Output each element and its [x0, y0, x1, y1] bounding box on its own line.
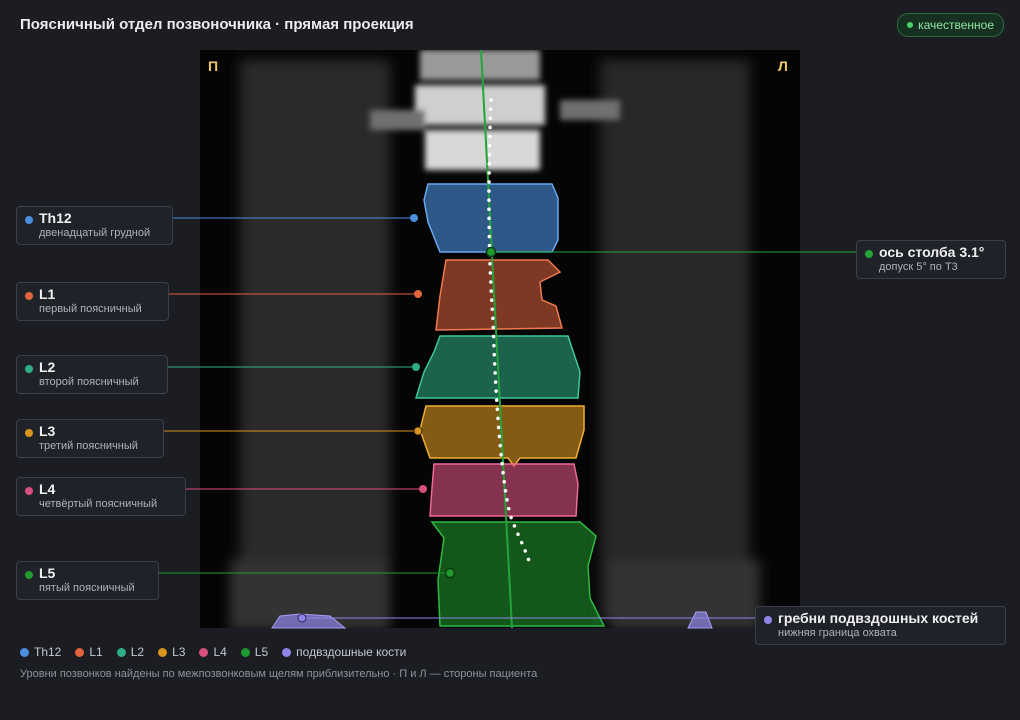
legend-label: подвздошные кости	[296, 645, 407, 659]
callout-l3-sub: третий поясничный	[39, 440, 138, 452]
legend-dot	[158, 647, 168, 657]
callout-l1-sub: первый поясничный	[39, 303, 142, 315]
quality-badge-label: качественное	[918, 18, 994, 32]
quality-badge: качественное	[897, 13, 1004, 37]
callout-l2[interactable]: L2 второй поясничный	[16, 355, 168, 394]
legend: Th12 L1 L2 L3 L4 L5 подвздошные кости	[20, 645, 406, 659]
callout-l4-name: L4	[39, 481, 56, 497]
legend-dot	[240, 647, 250, 657]
callout-spine-axis[interactable]: ось столба 3.1° допуск 5° по Т3	[856, 240, 1006, 279]
status-dot-icon	[907, 22, 914, 28]
l2-color-dot	[25, 365, 33, 373]
legend-dot	[116, 647, 126, 657]
side-label-right: П	[208, 58, 219, 74]
legend-label: L4	[213, 645, 227, 659]
callout-iliac-crests[interactable]: гребни подвздошных костей нижняя граница…	[755, 606, 1006, 645]
footnote: Уровни позвонков найдены по межпозвонков…	[20, 668, 538, 680]
l5-color-dot	[25, 571, 33, 579]
legend-dot	[20, 647, 29, 657]
l4-color-dot	[25, 487, 33, 495]
legend-item-l1[interactable]: L1	[75, 645, 103, 659]
callout-l3[interactable]: L3 третий поясничный	[16, 419, 164, 458]
legend-label: L5	[254, 645, 269, 659]
legend-item-l3[interactable]: L3	[158, 645, 185, 659]
legend-item-th12[interactable]: Th12	[20, 645, 61, 659]
iliac-color-dot	[764, 616, 772, 624]
side-label-left: Л	[778, 58, 788, 74]
callout-l5-name: L5	[39, 565, 56, 581]
legend-dot	[199, 647, 209, 657]
l1-color-dot	[25, 292, 33, 300]
th12-color-dot	[25, 216, 33, 224]
l3-color-dot	[25, 429, 33, 437]
page-title: Поясничный отдел позвоночника · прямая п…	[20, 16, 414, 33]
callout-th12-name: Th12	[39, 210, 72, 226]
callout-th12[interactable]: Th12 двенадцатый грудной	[16, 206, 173, 245]
callout-iliac-name: гребни подвздошных костей	[778, 610, 979, 626]
callout-axis-name: ось столба 3.1°	[879, 244, 985, 260]
legend-label: L2	[130, 645, 145, 659]
legend-item-l5[interactable]: L5	[240, 645, 269, 659]
legend-dot	[75, 647, 85, 657]
legend-item-iliac[interactable]: подвздошные кости	[282, 645, 406, 659]
callout-l2-sub: второй поясничный	[39, 376, 139, 388]
legend-dot	[282, 647, 292, 657]
callout-axis-sub: допуск 5° по Т3	[879, 261, 958, 273]
callout-l5[interactable]: L5 пятый поясничный	[16, 561, 159, 600]
legend-item-l4[interactable]: L4	[199, 645, 227, 659]
vertebra-l5[interactable]	[430, 521, 606, 627]
callout-l1[interactable]: L1 первый поясничный	[16, 282, 169, 321]
callout-th12-sub: двенадцатый грудной	[39, 227, 151, 239]
callout-l2-name: L2	[39, 359, 56, 375]
axis-color-dot	[865, 250, 873, 258]
legend-label: Th12	[34, 645, 62, 659]
callout-l3-name: L3	[39, 423, 56, 439]
callout-l5-sub: пятый поясничный	[39, 582, 135, 594]
legend-label: L1	[89, 645, 103, 659]
legend-label: L3	[172, 645, 186, 659]
callout-l1-name: L1	[39, 286, 56, 302]
callout-l4[interactable]: L4 четвёртый поясничный	[16, 477, 186, 516]
legend-item-l2[interactable]: L2	[116, 645, 145, 659]
callout-l4-sub: четвёртый поясничный	[39, 498, 158, 510]
callout-iliac-sub: нижняя граница охвата	[778, 627, 897, 639]
